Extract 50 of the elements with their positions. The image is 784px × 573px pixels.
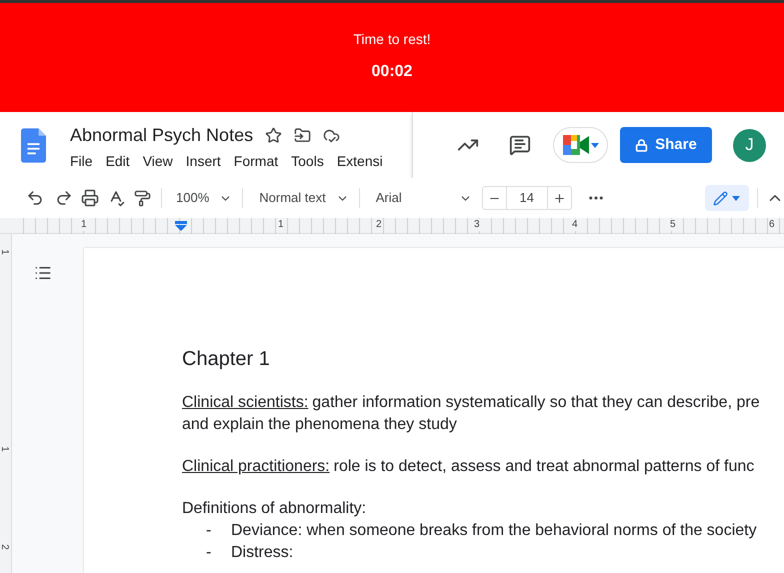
- chapter-heading: Chapter 1: [182, 347, 271, 372]
- video-camera-icon: [562, 135, 588, 155]
- document-outline-icon[interactable]: [34, 264, 52, 282]
- move-folder-icon[interactable]: [294, 126, 312, 144]
- ruler-number: 1: [0, 446, 9, 452]
- menu-item[interactable]: Edit: [106, 152, 130, 170]
- bullet-marker: -: [206, 521, 212, 541]
- ruler-number: 3: [473, 219, 481, 231]
- bullet-text: Deviance: when someone breaks from the behavioral norms of the society: [231, 521, 757, 541]
- undo-icon[interactable]: [26, 189, 44, 207]
- star-icon[interactable]: [265, 126, 282, 144]
- menu-item[interactable]: View: [142, 152, 173, 170]
- document-logo-icon[interactable]: [21, 127, 46, 164]
- bullet-marker: -: [206, 543, 212, 563]
- user-avatar[interactable]: J: [733, 128, 766, 162]
- list-heading: Definitions of abnormality:: [182, 499, 368, 519]
- style-dropdown[interactable]: Normal text: [259, 188, 349, 208]
- font-dropdown[interactable]: Arial: [376, 188, 472, 208]
- editing-mode-button[interactable]: [704, 185, 749, 211]
- ruler-number: 4: [571, 219, 579, 231]
- zoom-dropdown[interactable]: 100%: [176, 188, 232, 208]
- ruler-number: 1: [0, 249, 9, 255]
- bullet-text: Distress:: [231, 543, 294, 563]
- term-label: Clinical practitioners:: [182, 457, 330, 477]
- timer-value: 00:02: [372, 63, 412, 81]
- meet-button[interactable]: [553, 127, 608, 163]
- menu-item[interactable]: Insert: [186, 152, 221, 170]
- paragraph-line: gather information systematically so that they can describe, pre: [312, 393, 760, 413]
- print-icon[interactable]: [81, 189, 99, 207]
- caret-icon: [732, 196, 740, 200]
- banner-message: Time to rest!: [353, 31, 431, 47]
- ruler-number: 5: [669, 219, 677, 231]
- paint-format-icon[interactable]: [134, 190, 151, 206]
- paragraph-line: role is to detect, assess and treat abnormal patterns of func: [334, 457, 754, 477]
- menu-item[interactable]: Extensi: [336, 152, 383, 170]
- redo-icon[interactable]: [55, 189, 73, 207]
- comment-icon[interactable]: [509, 134, 531, 156]
- menu-item[interactable]: Format: [234, 152, 278, 170]
- caret-icon: [590, 142, 598, 148]
- pencil-icon: [713, 190, 728, 206]
- share-button[interactable]: Share: [620, 127, 712, 163]
- menu-item[interactable]: File: [70, 152, 93, 170]
- menu-item[interactable]: Tools: [291, 152, 324, 170]
- document-title[interactable]: Abnormal Psych Notes: [70, 124, 254, 146]
- indent-marker-icon[interactable]: [175, 221, 187, 231]
- lock-icon: [635, 138, 648, 152]
- paragraph-line: and explain the phenomena they study: [182, 415, 458, 435]
- ruler-number: 1: [80, 219, 88, 231]
- ruler-number: 2: [0, 544, 9, 550]
- term-label: Clinical scientists:: [182, 393, 308, 413]
